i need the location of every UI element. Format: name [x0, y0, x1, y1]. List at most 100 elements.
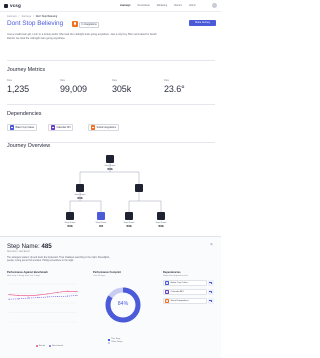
step-node-value: 485	[98, 224, 104, 228]
open-link-icon[interactable]	[207, 298, 214, 304]
nav-link-recordsets[interactable]: Recordsets	[138, 4, 150, 7]
data-point	[27, 297, 29, 299]
metric-card: Rate 99,009	[60, 79, 108, 94]
data-point	[66, 290, 68, 292]
performance-chart	[8, 283, 78, 323]
related-label: Calendar API	[170, 291, 184, 293]
metric-value: 1,235	[7, 84, 30, 94]
related-dependency[interactable]: Social Integrations	[163, 298, 207, 304]
overview-title: Journey Overview	[7, 143, 51, 149]
nav-link-metrics[interactable]: Metrics	[174, 4, 182, 7]
breadcrumb-separator: /	[33, 15, 34, 18]
step-node-selected[interactable]	[97, 212, 105, 220]
step-node-label: Step Name	[104, 165, 116, 167]
step-node-value: 350k	[158, 224, 164, 228]
metric-value: 305k	[112, 84, 132, 94]
related-dependency[interactable]: Baker Cup Cakes	[163, 280, 207, 286]
related-dependency[interactable]: Calendar API	[163, 289, 207, 295]
data-point	[18, 298, 20, 300]
step-node[interactable]	[157, 212, 165, 220]
legend-item: Other Steps	[108, 341, 123, 344]
step-node-root[interactable]	[106, 155, 114, 163]
nav-link-admin[interactable]: Admin	[189, 4, 196, 7]
close-icon[interactable]: ×	[210, 242, 213, 248]
logo[interactable]: vcsg	[4, 3, 21, 8]
step-node-value: 350k	[107, 168, 113, 171]
page-description: Just a small town girl, Livin' in a lone…	[7, 33, 157, 40]
dependency-chip[interactable]: Baker Cup Cakes	[7, 124, 37, 131]
step-node-label: Step Name	[95, 221, 107, 224]
data-point	[47, 296, 49, 298]
footprint-value: 84%	[117, 301, 129, 307]
step-detail-panel: Step Name: 485 × Next item • Last Event …	[0, 236, 221, 358]
nav-link-marketing[interactable]: Marketing	[157, 4, 168, 7]
related-label: Baker Cup Cakes	[170, 282, 188, 284]
performance-legend: Actual Benchmark	[36, 345, 63, 347]
data-point	[47, 293, 49, 295]
data-point	[8, 298, 10, 300]
metric-card: Rate 23.6°	[164, 79, 212, 94]
step-node[interactable]	[125, 212, 133, 220]
metric-label: Rate	[164, 79, 170, 82]
share-journey-button[interactable]: Share Journey	[189, 20, 216, 26]
metric-label: Rate	[60, 79, 66, 82]
integration-icon	[90, 125, 95, 130]
metric-card: Rate 305k	[112, 79, 160, 94]
step-node-label: Step Name	[123, 221, 135, 224]
dependency-chip[interactable]: Calendar API	[48, 124, 74, 131]
divider	[7, 60, 215, 61]
data-point	[66, 295, 68, 297]
user-avatar[interactable]	[212, 3, 217, 8]
data-point	[27, 295, 29, 297]
step-subtitle: Next item • Last Event	[7, 250, 30, 253]
legend-label: Other Steps	[111, 341, 123, 343]
metric-label: Rate	[7, 79, 13, 82]
data-point	[76, 291, 78, 293]
step-title-value: 485	[41, 243, 52, 250]
step-title: Step Name: 485	[7, 243, 52, 250]
related-subtitle: Steps that depend on this	[163, 274, 188, 277]
dependency-chip[interactable]: Social Integrations	[88, 124, 119, 131]
nav-link-journeys[interactable]: Journeys	[120, 4, 131, 7]
data-point	[57, 296, 59, 298]
data-point	[37, 297, 39, 299]
integration-icon	[72, 20, 78, 27]
dependency-label: Social Integrations	[96, 126, 117, 129]
step-node[interactable]	[76, 184, 84, 192]
legend-swatch	[108, 338, 110, 341]
performance-subtitle: How step is doing over last 7 days	[7, 274, 41, 277]
step-node[interactable]	[135, 184, 143, 192]
breadcrumb-item[interactable]: Journeys	[7, 15, 17, 18]
open-link-icon[interactable]	[207, 289, 214, 295]
breadcrumb-current: Don't Stop Believing	[35, 15, 58, 18]
metrics-title: Journey Metrics	[7, 67, 46, 73]
breadcrumb: Journeys / Journeys / Don't Stop Believing	[7, 15, 57, 18]
step-node-label: Step Name	[155, 221, 167, 224]
step-node[interactable]	[66, 212, 74, 220]
data-point	[57, 291, 59, 293]
integration-icon	[165, 299, 169, 303]
legend-label: Benchmark	[52, 345, 64, 347]
page-title: Dont Stop Believing	[7, 20, 64, 27]
data-point	[18, 294, 20, 296]
data-point	[76, 294, 78, 296]
step-node-value: 350k	[126, 224, 132, 228]
top-nav: vcsg Journeys Recordsets Marketing Metri…	[0, 0, 221, 12]
status-badge: In Integrations	[79, 21, 100, 28]
step-node-value: 350k	[77, 196, 83, 200]
nav-links: Journeys Recordsets Marketing Metrics Ad…	[120, 4, 196, 7]
step-title-prefix: Step Name:	[7, 243, 40, 250]
metric-card: Rate 1,235	[7, 79, 55, 94]
step-node-label: Step Name	[64, 221, 76, 224]
breadcrumb-item[interactable]: Journeys	[21, 15, 31, 18]
step-description: The strangers waited, Up and down the bo…	[7, 257, 110, 263]
open-link-icon[interactable]	[207, 280, 214, 286]
series-line-benchmark	[8, 295, 78, 300]
breadcrumb-separator: /	[18, 15, 20, 18]
step-node-label: Step Name	[74, 193, 86, 196]
related-label: Social Integrations	[170, 300, 189, 302]
title-row: Dont Stop Believing In Integrations Shar…	[7, 20, 216, 30]
data-point	[8, 294, 10, 296]
footprint-subtitle: Last 30 days	[93, 274, 106, 277]
dependency-label: Calendar API	[56, 126, 71, 129]
